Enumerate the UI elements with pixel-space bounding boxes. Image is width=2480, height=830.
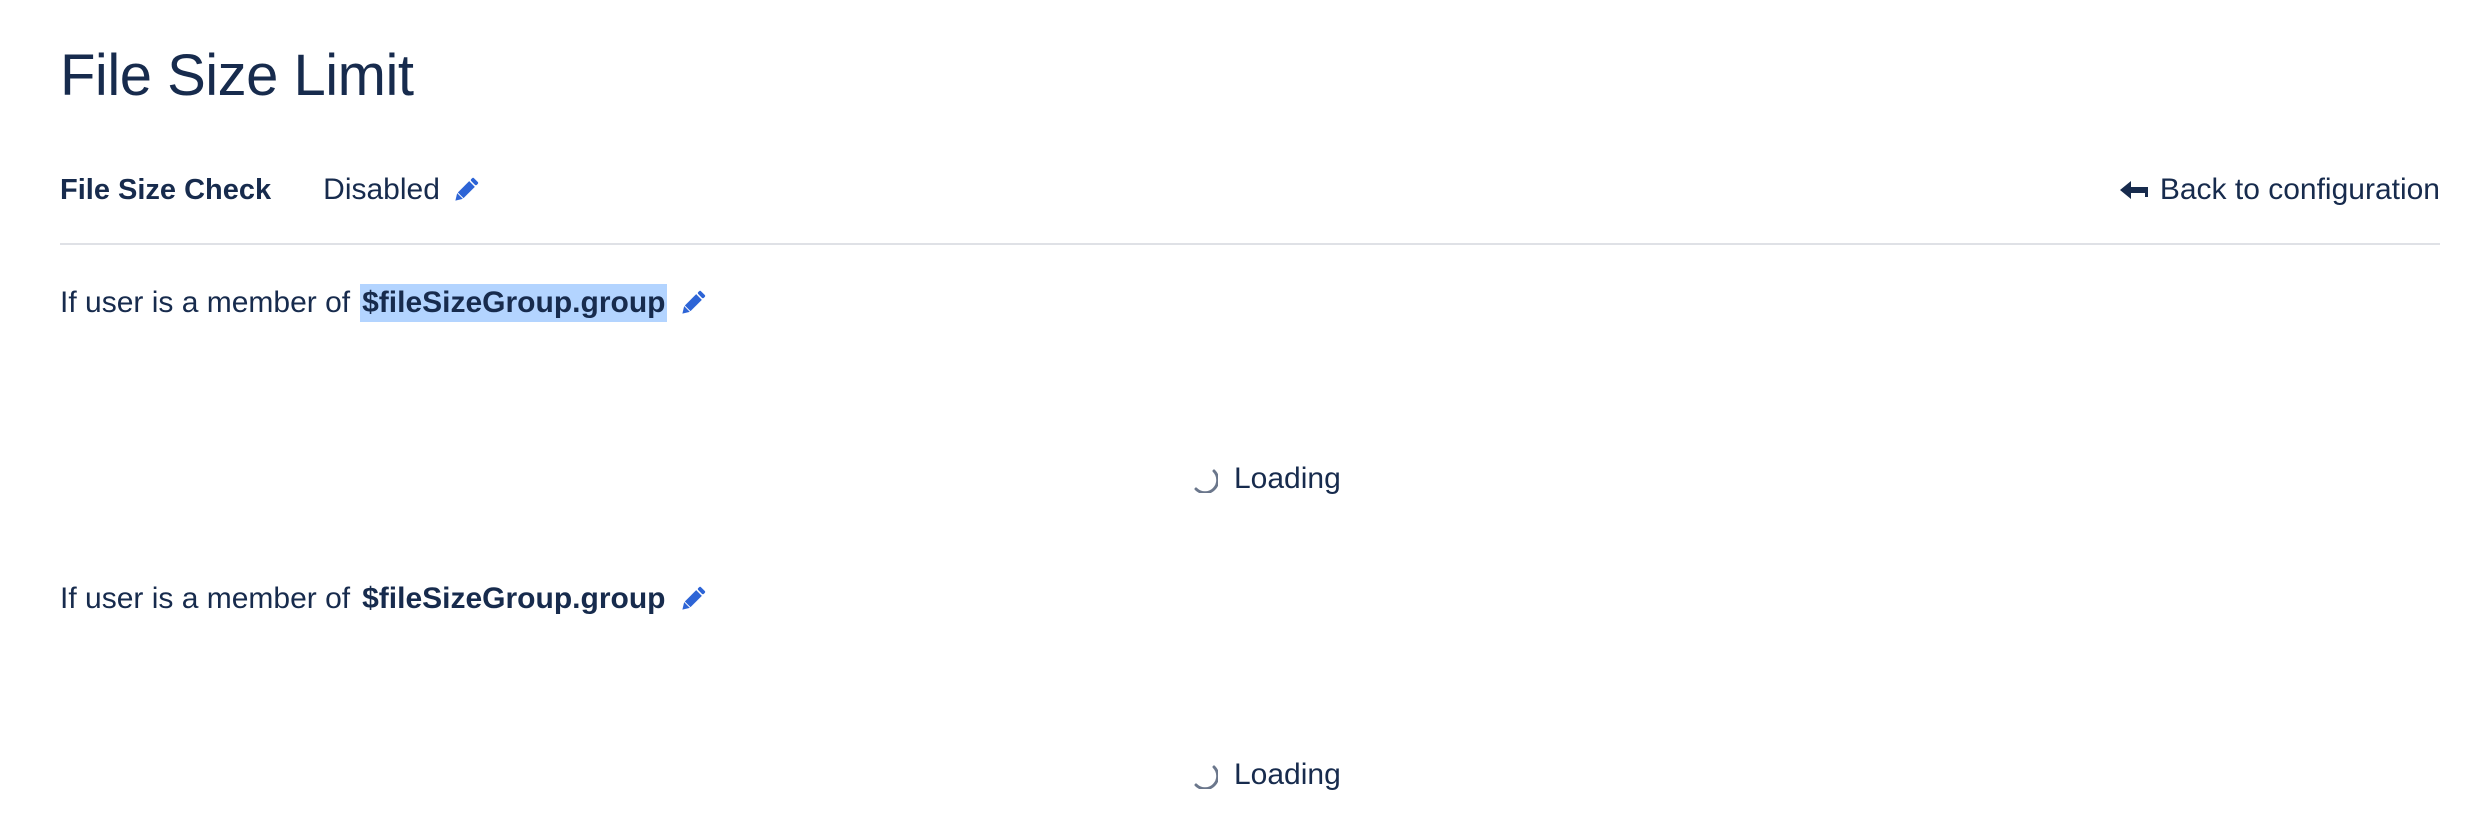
arrow-back-icon xyxy=(2119,181,2148,199)
group-name[interactable]: $fileSizeGroup.group xyxy=(360,580,667,618)
group-rule-row: If user is a member of $fileSizeGroup.gr… xyxy=(60,580,709,618)
back-to-configuration-link[interactable]: Back to configuration xyxy=(2119,173,2440,207)
loading-indicator: Loading xyxy=(1190,462,1341,496)
file-size-limit-page: File Size Limit File Size Check Disabled xyxy=(0,0,2480,830)
pencil-icon[interactable] xyxy=(677,583,709,615)
status-value: Disabled xyxy=(323,173,440,206)
rule-prefix: If user is a member of xyxy=(60,286,351,319)
pencil-icon[interactable] xyxy=(450,174,482,206)
file-size-check-row: File Size Check Disabled Back to configu… xyxy=(60,168,2440,212)
file-size-check-status: Disabled xyxy=(323,173,482,207)
divider xyxy=(60,243,2440,245)
rule-prefix: If user is a member of xyxy=(60,582,351,615)
loading-indicator: Loading xyxy=(1190,758,1341,792)
pencil-icon[interactable] xyxy=(677,287,709,319)
group-name[interactable]: $fileSizeGroup.group xyxy=(360,284,668,322)
file-size-check-label: File Size Check xyxy=(60,173,272,206)
page-title: File Size Limit xyxy=(60,43,414,108)
loading-label: Loading xyxy=(1234,758,1341,791)
group-rule-row: If user is a member of $fileSizeGroup.gr… xyxy=(60,284,709,322)
back-link-label: Back to configuration xyxy=(2159,173,2440,206)
spinner-icon xyxy=(1194,765,1218,789)
loading-label: Loading xyxy=(1234,462,1341,495)
spinner-icon xyxy=(1194,469,1218,493)
